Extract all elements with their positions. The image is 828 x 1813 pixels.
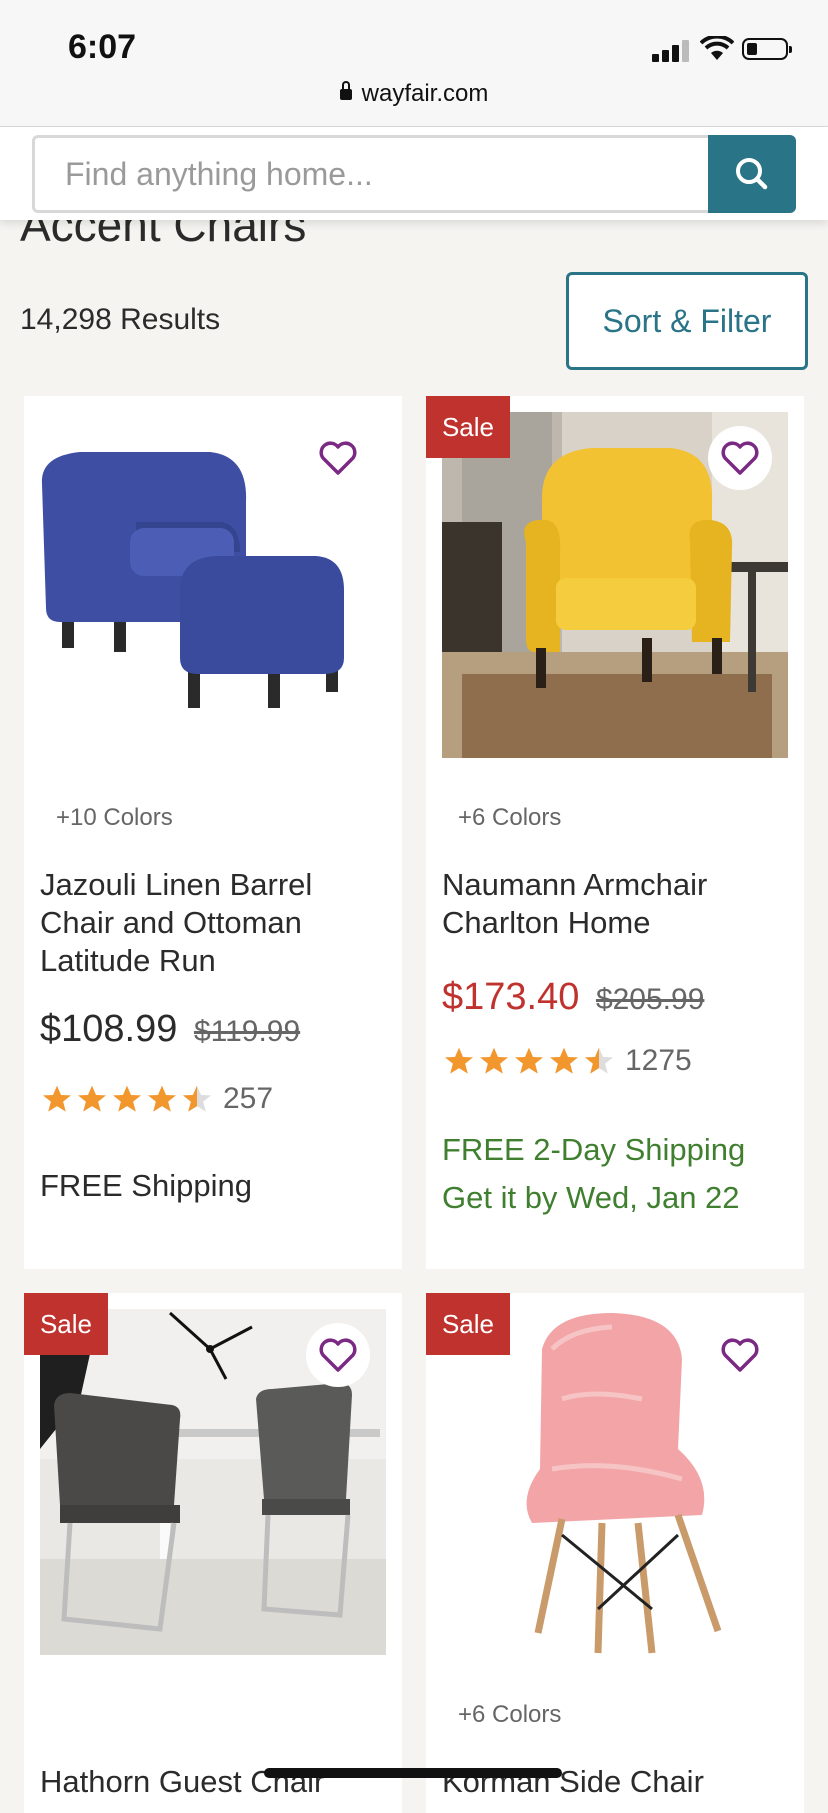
half-star-icon [585, 1047, 613, 1074]
search-bar [0, 127, 828, 220]
heart-icon [319, 1338, 357, 1372]
shipping-info: FREE Shipping [40, 1168, 252, 1203]
results-count: 14,298 Results [20, 303, 221, 336]
color-options[interactable]: +6 Colors [458, 804, 561, 832]
search-button[interactable] [708, 135, 796, 213]
product-card[interactable]: Sale Hathorn Guest Chair [24, 1293, 402, 1813]
heart-icon [721, 441, 759, 475]
rating[interactable]: 257 [40, 1082, 273, 1116]
search-input[interactable] [32, 135, 710, 213]
review-count: 1275 [625, 1044, 692, 1077]
favorite-button[interactable] [306, 1323, 370, 1387]
star-icon [113, 1085, 141, 1112]
heart-icon [721, 1338, 759, 1372]
url-text: wayfair.com [361, 80, 489, 107]
review-count: 257 [223, 1082, 274, 1115]
rating[interactable]: 1275 [442, 1044, 692, 1078]
price-row: $108.99 $119.99 [40, 1008, 300, 1051]
battery-icon [742, 38, 792, 60]
color-options[interactable]: +10 Colors [56, 804, 173, 832]
lock-icon [339, 81, 352, 100]
star-icon [78, 1085, 106, 1112]
product-title[interactable]: Jazouli Linen Barrel Chair and Ottoman L… [40, 866, 390, 980]
star-icon [550, 1047, 578, 1074]
heart-icon [319, 441, 357, 475]
status-bar: 6:07 wayfair.com [0, 0, 828, 127]
star-rating [40, 1083, 215, 1115]
star-icon [445, 1047, 473, 1074]
star-icon [43, 1085, 71, 1112]
sort-filter-button[interactable]: Sort & Filter [566, 272, 808, 370]
color-options[interactable]: +6 Colors [458, 1701, 561, 1729]
star-icon [148, 1085, 176, 1112]
delivery-date: Get it by Wed, Jan 22 [442, 1180, 740, 1215]
star-icon [480, 1047, 508, 1074]
sale-badge: Sale [24, 1293, 108, 1355]
sale-badge: Sale [426, 1293, 510, 1355]
address-bar[interactable]: wayfair.com [0, 80, 828, 108]
price-row: $173.40 $205.99 [442, 976, 704, 1019]
product-card[interactable]: Sale +6 Colors Korman Side Chair [426, 1293, 804, 1813]
shipping-info: FREE 2-Day Shipping [442, 1132, 746, 1167]
product-card[interactable]: +10 Colors Jazouli Linen Barrel Chair an… [24, 396, 402, 1269]
current-price: $108.99 [40, 1008, 178, 1050]
product-card[interactable]: Sale +6 Colors Naumann Armchair Charlton… [426, 396, 804, 1269]
original-price: $119.99 [193, 1015, 301, 1048]
original-price: $205.99 [595, 983, 705, 1016]
search-icon [736, 158, 768, 190]
favorite-button[interactable] [306, 426, 370, 490]
favorite-button[interactable] [708, 1323, 772, 1387]
current-price: $173.40 [442, 976, 580, 1018]
favorite-button[interactable] [708, 426, 772, 490]
product-title[interactable]: Naumann Armchair Charlton Home [442, 866, 792, 942]
star-icon [515, 1047, 543, 1074]
wifi-icon [699, 34, 735, 62]
star-rating [442, 1045, 617, 1077]
sale-badge: Sale [426, 396, 510, 458]
home-indicator[interactable] [264, 1768, 562, 1778]
signal-icon [652, 40, 690, 62]
half-star-icon [183, 1085, 211, 1112]
status-time: 6:07 [68, 28, 137, 66]
